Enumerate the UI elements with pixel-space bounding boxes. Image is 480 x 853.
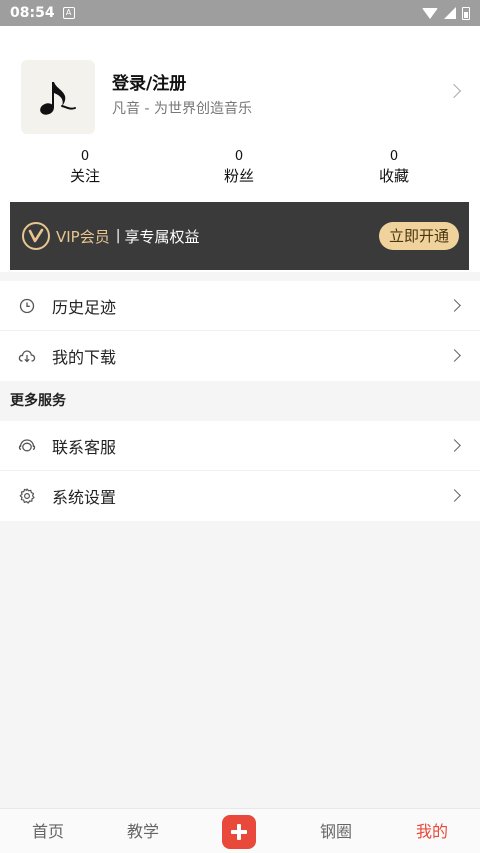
profile-subtitle: 凡音 - 为世界创造音乐 (112, 101, 252, 117)
chevron-right-icon (448, 349, 461, 362)
login-register-link[interactable]: 登录/注册 (112, 69, 186, 94)
menu-item-label: 历史足迹 (52, 297, 117, 317)
notification-icon: A (62, 7, 75, 19)
vip-logo-icon (22, 222, 50, 250)
vip-benefit-text: 享专属权益 (124, 227, 200, 246)
avatar[interactable] (21, 60, 95, 134)
vip-name: VIP会员 (56, 227, 110, 246)
tab-teach[interactable]: 教学 (113, 809, 173, 853)
vip-separator: | (115, 228, 121, 244)
gear-icon (18, 487, 36, 505)
stat-favorites-count: 0 (389, 149, 399, 164)
add-button[interactable] (222, 815, 256, 849)
chevron-right-icon (448, 299, 461, 312)
menu-item-contact-support[interactable]: 联系客服 (0, 421, 480, 471)
stat-fans-label: 粉丝 (223, 167, 254, 185)
stat-follow-label: 关注 (69, 167, 100, 185)
battery-icon (462, 6, 470, 20)
plus-icon-vertical (237, 824, 241, 840)
cloud-download-icon (18, 347, 36, 365)
clock-icon (18, 297, 36, 315)
wifi-icon (422, 7, 438, 19)
vip-activate-button[interactable]: 立即开通 (378, 222, 459, 250)
vip-banner[interactable]: VIP会员 | 享专属权益 立即开通 (10, 202, 469, 270)
stat-fans[interactable]: 0 粉丝 (199, 148, 279, 186)
bottom-tab-bar: 首页 教学 钢圈 我的 (0, 808, 480, 853)
stat-follow[interactable]: 0 关注 (45, 148, 125, 186)
section-title-more-services: 更多服务 (10, 393, 66, 409)
menu-item-label: 我的下载 (52, 348, 117, 367)
status-time: 08:54 (10, 5, 55, 21)
signal-icon (444, 7, 456, 19)
stat-fans-count: 0 (234, 149, 244, 164)
menu-item-history[interactable]: 历史足迹 (0, 281, 480, 331)
menu-item-label: 系统设置 (52, 488, 117, 507)
chevron-right-icon (448, 489, 461, 502)
chevron-right-icon (448, 439, 461, 452)
menu-item-label: 联系客服 (52, 437, 117, 457)
tab-piano-circle[interactable]: 钢圈 (306, 809, 366, 853)
chevron-right-icon[interactable] (446, 83, 462, 99)
main-menu: 历史足迹 我的下载 (0, 281, 480, 381)
stat-favorites[interactable]: 0 收藏 (354, 148, 434, 186)
tab-mine[interactable]: 我的 (402, 809, 462, 853)
menu-item-settings[interactable]: 系统设置 (0, 471, 480, 521)
stat-follow-count: 0 (80, 149, 90, 164)
tab-home[interactable]: 首页 (18, 809, 78, 853)
headset-icon (18, 437, 36, 455)
services-menu: 联系客服 系统设置 (0, 421, 480, 521)
stat-favorites-label: 收藏 (378, 167, 409, 185)
menu-item-downloads[interactable]: 我的下载 (0, 331, 480, 381)
music-note-icon (40, 82, 76, 115)
status-bar: 08:54 A (0, 0, 480, 26)
